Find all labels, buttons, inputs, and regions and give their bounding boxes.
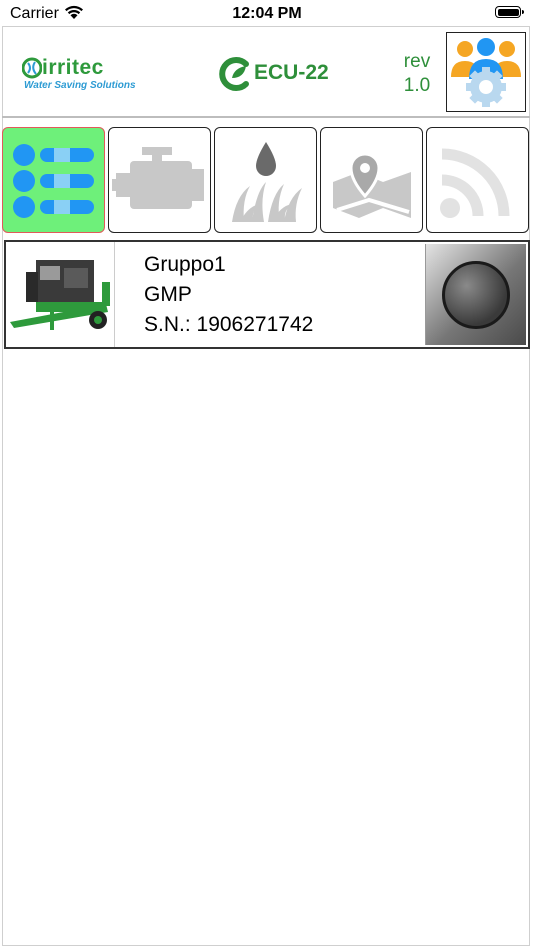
users-settings-button[interactable] bbox=[446, 32, 526, 112]
tab-bar bbox=[2, 127, 530, 233]
status-bar: Carrier 12:04 PM bbox=[0, 0, 534, 28]
irrigation-drop-icon bbox=[231, 142, 302, 222]
signal-icon bbox=[439, 148, 509, 218]
tab-engine[interactable] bbox=[108, 127, 211, 233]
tab-signal[interactable] bbox=[426, 127, 529, 233]
engine-icon bbox=[111, 147, 204, 209]
revision: rev 1.0 bbox=[388, 50, 446, 98]
device-photo bbox=[6, 242, 115, 347]
irritec-logo: irritec Water Saving Solutions bbox=[22, 56, 162, 92]
list-icon bbox=[12, 144, 94, 218]
ecu-logo: ECU-22 bbox=[218, 54, 348, 94]
tab-list[interactable] bbox=[2, 127, 105, 233]
tab-irrigation[interactable] bbox=[214, 127, 317, 233]
product-name: ECU-22 bbox=[254, 61, 329, 84]
brand-name: irritec bbox=[42, 56, 104, 79]
brand-tagline: Water Saving Solutions bbox=[24, 80, 136, 91]
map-location-icon bbox=[332, 152, 411, 218]
clock: 12:04 PM bbox=[232, 5, 302, 22]
tab-map[interactable] bbox=[320, 127, 423, 233]
device-status-button[interactable] bbox=[425, 244, 526, 345]
device-list-item[interactable]: Gruppo1 GMP S.N.: 1906271742 bbox=[4, 240, 530, 349]
battery-icon bbox=[495, 6, 524, 18]
device-name: Gruppo1 bbox=[144, 253, 226, 276]
leaf-c-icon bbox=[219, 57, 249, 91]
device-model: GMP bbox=[144, 283, 192, 306]
irritec-globe-icon bbox=[22, 57, 42, 79]
users-gear-icon bbox=[451, 38, 521, 107]
status-indicator-icon bbox=[442, 260, 510, 329]
rev-value: 1.0 bbox=[403, 75, 431, 96]
device-serial: S.N.: 1906271742 bbox=[144, 313, 314, 336]
rev-label: rev bbox=[403, 51, 431, 72]
pump-trailer-image bbox=[6, 242, 114, 347]
